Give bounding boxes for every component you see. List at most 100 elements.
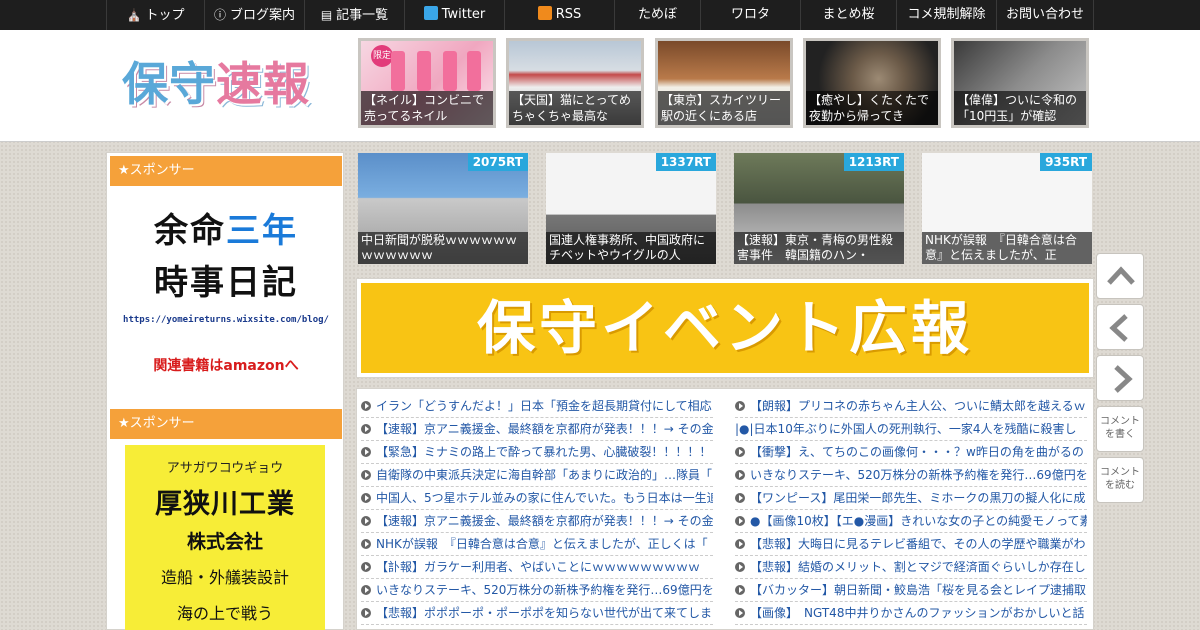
- list-item[interactable]: 【悲報】結婚のメリット、割とマジで経済面ぐらいしか存在し: [735, 556, 1087, 579]
- list-item[interactable]: 【速報】京アニ義援金、最終額を京都府が発表！！！→ その金: [361, 510, 713, 533]
- site-logo[interactable]: 保守速報: [122, 52, 322, 116]
- nav-comment-unban[interactable]: コメ規制解除: [896, 0, 996, 30]
- limited-badge: 限定: [371, 45, 393, 67]
- article-title: 【緊急】ミナミの路上で酔って暴れた男、心臓破裂！！！！！: [376, 445, 712, 459]
- nav-twitter[interactable]: Twitter: [404, 0, 504, 30]
- article-list-right: 【朗報】プリコネの赤ちゃん主人公、ついに鯖太郎を越えるｗ |●|日本10年ぶりに…: [735, 395, 1087, 625]
- bullet-icon: [361, 470, 371, 480]
- header-thumb[interactable]: 【東京】スカイツリー駅の近くにある店: [655, 38, 793, 128]
- bullet-icon: [735, 401, 745, 411]
- thumb-caption: 【ネイル】コンビニで売ってるネイル: [361, 91, 493, 125]
- list-item[interactable]: 【悲報】大晦日に見るテレビ番組で、その人の学歴や職業がわ: [735, 533, 1087, 556]
- nav-contact[interactable]: お問い合わせ: [996, 0, 1094, 30]
- nav-label: お問い合わせ: [1005, 7, 1084, 22]
- bullet-icon: [361, 493, 371, 503]
- article-title: 【朗報】プリコネの赤ちゃん主人公、ついに鯖太郎を越えるｗ: [750, 399, 1086, 413]
- rt-count-badge: 1213RT: [843, 153, 904, 171]
- list-item[interactable]: NHKが誤報 『日韓合意は合意』と伝えましたが、正しくは「: [361, 533, 713, 556]
- list-item[interactable]: 【ワンピース】尾田栄一郎先生、ミホークの黒刀の擬人化に成: [735, 487, 1087, 510]
- nav-label: Twitter: [441, 7, 486, 22]
- rt-card[interactable]: 1337RT 国連人権事務所、中国政府にチベットやウイグルの人: [546, 153, 716, 264]
- scroll-top-button[interactable]: [1096, 253, 1144, 299]
- bullet-icon: [735, 585, 745, 595]
- ad-title-a: 余命: [154, 211, 226, 251]
- nav-warota[interactable]: ワロタ: [700, 0, 800, 30]
- bullet-icon: [361, 447, 371, 457]
- header-thumb[interactable]: 【天国】猫にとってめちゃくちゃ最高な: [506, 38, 644, 128]
- rt-count-badge: 2075RT: [467, 153, 528, 171]
- rt-card[interactable]: 1213RT 【速報】東京・青梅の男性殺害事件 韓国籍のハン・: [734, 153, 904, 264]
- nav-top[interactable]: ⛪ トップ: [106, 0, 204, 30]
- article-lists: イラン「どうすんだよ！」日本「預金を超長期貸付にして相応 【速報】京アニ義援金、…: [356, 388, 1094, 630]
- sponsor-heading: ★スポンサー: [110, 156, 342, 186]
- rt-count-badge: 1337RT: [655, 153, 716, 171]
- rt-card[interactable]: 935RT NHKが誤報 『日韓合意は合意』と伝えましたが、正: [922, 153, 1092, 264]
- ad-url: https://yomeireturns.wixsite.com/blog/: [123, 315, 329, 325]
- nav-blog-info[interactable]: ⓘ ブログ案内: [204, 0, 304, 30]
- article-title: 【悲報】結婚のメリット、割とマジで経済面ぐらいしか存在し: [750, 560, 1086, 574]
- nav-rss[interactable]: RSS: [504, 0, 614, 30]
- thumb-caption: 【東京】スカイツリー駅の近くにある店: [658, 91, 790, 125]
- home-icon: ⛪: [126, 8, 142, 22]
- next-article-button[interactable]: [1096, 355, 1144, 401]
- header-thumb[interactable]: 限定 【ネイル】コンビニで売ってるネイル: [358, 38, 496, 128]
- read-comment-button[interactable]: コメントを読む: [1096, 457, 1144, 503]
- article-title: 自衛隊の中東派兵決定に海自幹部「あまりに政治的」…隊員「: [376, 468, 713, 482]
- ad-title-line2: 時事日記: [154, 263, 298, 303]
- bullet-icon: [735, 493, 745, 503]
- list-item[interactable]: 【画像】 NGT48中井りかさんのファッションがおかしいと話: [735, 602, 1087, 625]
- list-item[interactable]: 【朗報】プリコネの赤ちゃん主人公、ついに鯖太郎を越えるｗ: [735, 395, 1087, 418]
- list-item[interactable]: 【緊急】ミナミの路上で酔って暴れた男、心臓破裂！！！！！: [361, 441, 713, 464]
- header-thumb[interactable]: 【癒やし】くたくたで夜勤から帰ってき: [803, 38, 941, 128]
- list-item[interactable]: いきなりステーキ、520万株分の新株予約権を発行…69億円を調: [735, 464, 1087, 487]
- prev-article-button[interactable]: [1096, 304, 1144, 350]
- chevron-up-icon: [1107, 266, 1135, 285]
- write-comment-button[interactable]: コメントを書く: [1096, 406, 1144, 452]
- product-image: [467, 51, 481, 91]
- rt-card[interactable]: 2075RT 中日新聞が脱税ｗｗｗｗｗｗｗｗｗｗｗｗ: [358, 153, 528, 264]
- list-item[interactable]: ●【画像10枚】【エ●漫画】きれいな女の子との純愛モノって素: [735, 510, 1087, 533]
- rt-caption: 中日新聞が脱税ｗｗｗｗｗｗｗｗｗｗｗｗ: [358, 232, 528, 264]
- sponsor-ad-yomei[interactable]: 余命三年 時事日記 https://yomeireturns.wixsite.c…: [110, 189, 342, 389]
- ad-company-name: 厚狭川工業: [155, 489, 295, 520]
- header-thumb[interactable]: 【偉偉】ついに令和の「10円玉」が確認: [951, 38, 1089, 128]
- list-item[interactable]: 【バカッター】朝日新聞・鮫島浩「桜を見る会とレイプ逮捕取: [735, 579, 1087, 602]
- list-item[interactable]: 自衛隊の中東派兵決定に海自幹部「あまりに政治的」…隊員「: [361, 464, 713, 487]
- list-item[interactable]: |●|日本10年ぶりに外国人の死刑執行、一家4人を残酷に殺害し: [735, 418, 1087, 441]
- article-title: 【バカッター】朝日新聞・鮫島浩「桜を見る会とレイプ逮捕取: [750, 583, 1087, 597]
- info-icon: ⓘ: [213, 8, 226, 22]
- ad-more: 海の上で戦う: [176, 604, 273, 623]
- product-image: [417, 51, 431, 91]
- bullet-icon: [735, 539, 745, 549]
- sponsor-ad-asagawa[interactable]: アサガワコウギョウ 厚狭川工業 株式会社 造船・外艤装設計 海の上で戦う: [125, 445, 325, 630]
- rt-caption: 国連人権事務所、中国政府にチベットやウイグルの人: [546, 232, 716, 264]
- banner-text: 保守イベント広報: [361, 283, 1089, 373]
- list-item[interactable]: イラン「どうすんだよ！」日本「預金を超長期貸付にして相応: [361, 395, 713, 418]
- article-title: 【悲報】大晦日に見るテレビ番組で、その人の学歴や職業がわ: [750, 537, 1086, 551]
- thumb-caption: 【天国】猫にとってめちゃくちゃ最高な: [509, 91, 641, 125]
- rt-count-badge: 935RT: [1040, 153, 1092, 171]
- bullet-icon: [361, 539, 371, 549]
- nav-article-list[interactable]: ▤ 記事一覧: [304, 0, 404, 30]
- list-item[interactable]: 【訃報】ガラケー利用者、やばいことにｗｗｗｗｗｗｗｗｗ: [361, 556, 713, 579]
- nav-tamebo[interactable]: ためぼ: [614, 0, 700, 30]
- bullet-icon: [735, 470, 745, 480]
- logo-part-b: 速報: [216, 57, 310, 111]
- sponsor-heading: ★スポンサー: [110, 409, 342, 439]
- list-item[interactable]: 【速報】京アニ義援金、最終額を京都府が発表！！！→ その金: [361, 418, 713, 441]
- list-item[interactable]: 【悲報】ポポポーポ・ポーポポを知らない世代が出て来てしま: [361, 602, 713, 625]
- list-item[interactable]: 中国人、5つ星ホテル並みの家に住んでいた。もう日本は一生追: [361, 487, 713, 510]
- product-image: [443, 51, 457, 91]
- product-image: [391, 51, 405, 91]
- nav-matome-sakura[interactable]: まとめ桜: [800, 0, 896, 30]
- article-title: いきなりステーキ、520万株分の新株予約権を発行…69億円を調: [750, 468, 1087, 482]
- article-title: NHKが誤報 『日韓合意は合意』と伝えましたが、正しくは「: [376, 537, 708, 551]
- rt-caption: 【速報】東京・青梅の男性殺害事件 韓国籍のハン・: [734, 232, 904, 264]
- ad-kana: アサガワコウギョウ: [166, 461, 284, 476]
- ad-amazon-link[interactable]: 関連書籍はamazonへ: [110, 355, 342, 375]
- list-item[interactable]: 【衝撃】え、てちのこの画像何・・・？w昨日の角を曲がるの: [735, 441, 1087, 464]
- event-banner[interactable]: 保守イベント広報: [356, 278, 1094, 378]
- article-title: ●【画像10枚】【エ●漫画】きれいな女の子との純愛モノって素: [750, 514, 1087, 528]
- article-title: 【ワンピース】尾田栄一郎先生、ミホークの黒刀の擬人化に成: [750, 491, 1086, 505]
- list-item[interactable]: いきなりステーキ、520万株分の新株予約権を発行…69億円を調: [361, 579, 713, 602]
